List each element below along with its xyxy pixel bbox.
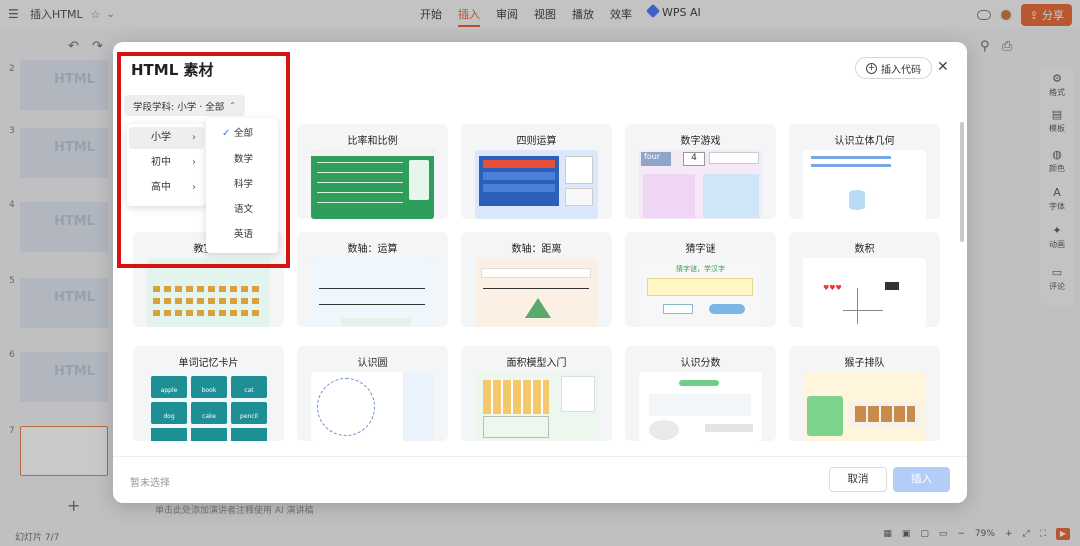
card-title: 数轴：运算	[347, 244, 398, 255]
material-card[interactable]: 单词记忆卡片 apple book cat dog cake pencil	[133, 346, 284, 441]
material-card[interactable]: 数轴：运算	[297, 232, 448, 327]
material-card[interactable]: 认识立体几何	[789, 124, 940, 219]
card-title: 猜字谜	[685, 244, 716, 255]
card-title: 认识圆	[357, 358, 388, 369]
card-title: 单词记忆卡片	[178, 358, 239, 369]
flash-card: pencil	[231, 402, 267, 424]
close-icon[interactable]: ✕	[937, 59, 949, 75]
insert-code-button[interactable]: + 插入代码	[855, 57, 932, 79]
card-thumbnail	[311, 372, 434, 441]
card-title: 认识立体几何	[834, 136, 895, 147]
card-title: 认识分数	[680, 358, 721, 369]
footer-divider	[113, 456, 967, 457]
flash-card: cat	[231, 376, 267, 398]
card-thumbnail	[803, 372, 926, 441]
material-card[interactable]: 四则运算	[461, 124, 612, 219]
card-title: 数积	[854, 244, 875, 255]
material-card[interactable]: 认识分数	[625, 346, 776, 441]
material-card[interactable]: 猜字谜 猜字谜，学汉字	[625, 232, 776, 327]
card-thumbnail	[475, 258, 598, 327]
material-card[interactable]: 面积模型入门	[461, 346, 612, 441]
card-thumbnail	[311, 150, 434, 219]
material-card[interactable]: 认识圆	[297, 346, 448, 441]
card-thumbnail: four 4	[639, 150, 762, 219]
card-thumbnail	[311, 258, 434, 327]
card-thumbnail	[803, 150, 926, 219]
plus-circle-icon: +	[866, 62, 877, 74]
card-title: 数字游戏	[680, 136, 721, 147]
card-title: 猴子排队	[844, 358, 885, 369]
flash-card: cake	[191, 402, 227, 424]
selection-status: 暂未选择	[130, 478, 170, 489]
card-title: 数轴：距离	[511, 244, 562, 255]
material-card[interactable]: 比率和比例	[297, 124, 448, 219]
insert-button[interactable]: 插入	[893, 467, 950, 492]
card-thumbnail	[475, 372, 598, 441]
thumb-word: four	[641, 152, 671, 166]
cancel-button[interactable]: 取消	[829, 467, 887, 492]
card-thumbnail: apple book cat dog cake pencil	[147, 372, 270, 441]
material-card[interactable]: 猴子排队	[789, 346, 940, 441]
card-thumbnail	[639, 372, 762, 441]
flash-card: book	[191, 376, 227, 398]
thumb-digit: 4	[683, 152, 705, 166]
card-title: 比率和比例	[347, 136, 398, 147]
card-title: 四则运算	[516, 136, 557, 147]
material-card[interactable]: 数积 ♥♥♥	[789, 232, 940, 327]
card-thumbnail: ♥♥♥	[803, 258, 926, 327]
material-card[interactable]: 数字游戏 four 4	[625, 124, 776, 219]
grid-scrollbar[interactable]	[960, 122, 964, 242]
card-thumbnail	[147, 258, 270, 327]
riddle-heading: 猜字谜，学汉字	[676, 265, 725, 273]
card-thumbnail	[475, 150, 598, 219]
insert-code-label: 插入代码	[881, 64, 921, 76]
flash-card: apple	[151, 376, 187, 398]
annotation-highlight-box	[117, 52, 290, 268]
card-title: 面积模型入门	[506, 358, 567, 369]
card-thumbnail: 猜字谜，学汉字	[639, 258, 762, 327]
material-card[interactable]: 数轴：距离	[461, 232, 612, 327]
flash-card: dog	[151, 402, 187, 424]
